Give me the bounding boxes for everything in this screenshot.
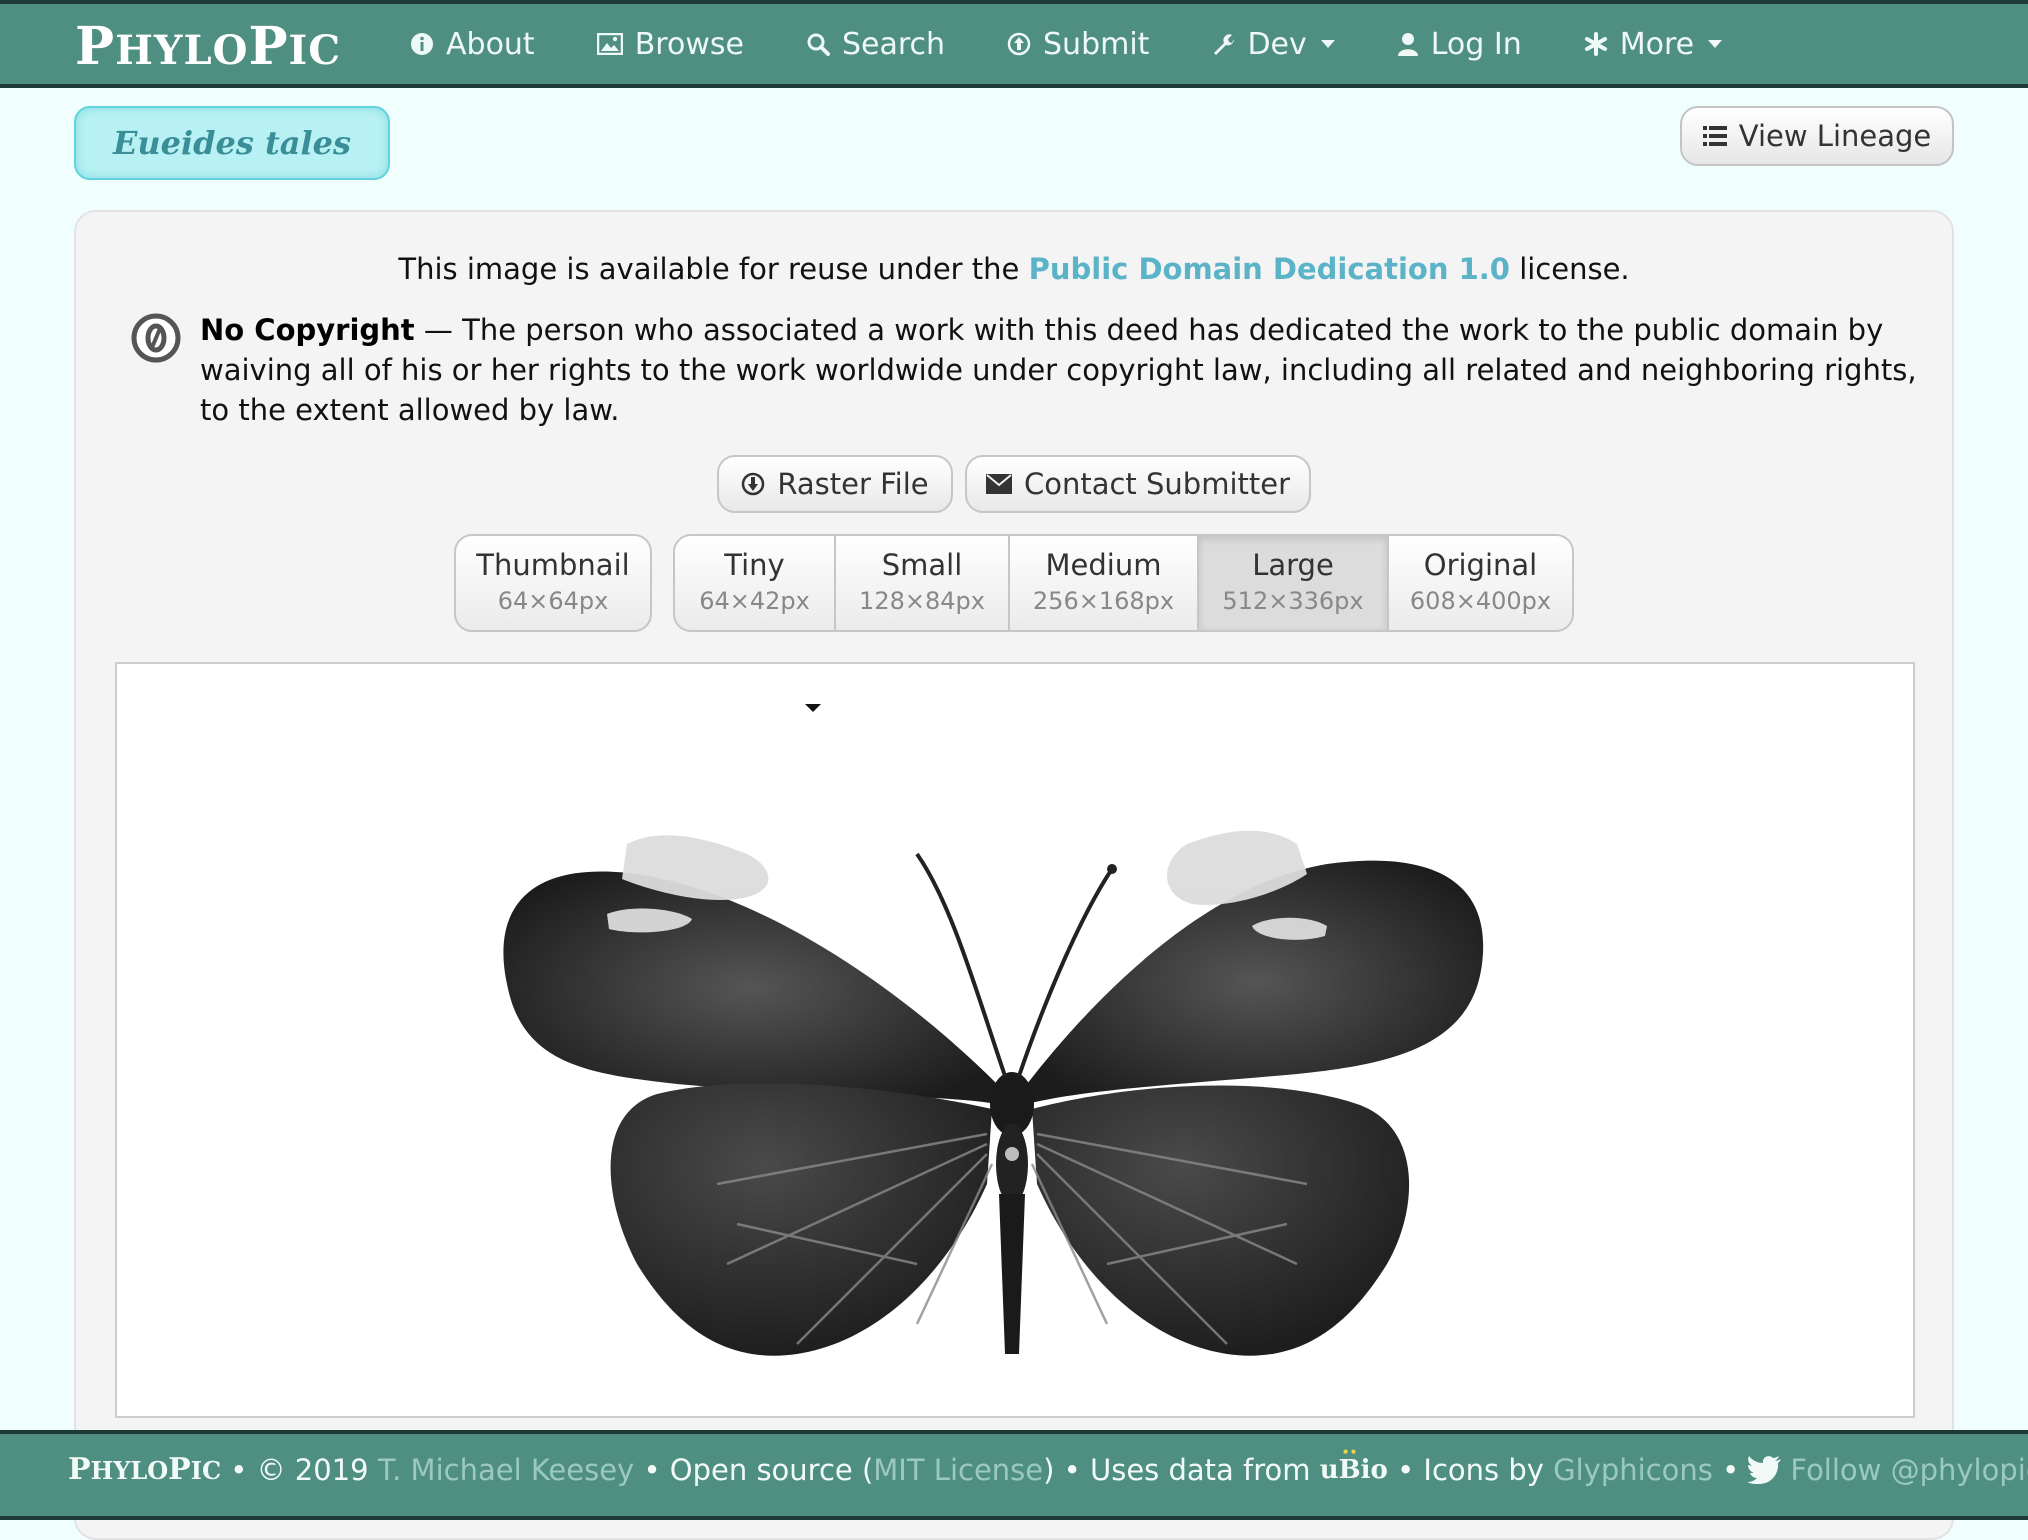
silhouette-image-frame: [115, 662, 1915, 1418]
size-option-tiny[interactable]: Tiny 64×42px: [675, 536, 836, 630]
twitter-follow-link[interactable]: Follow @phylopic: [1748, 1453, 2028, 1487]
size-dims: 128×84px: [859, 587, 985, 615]
brand-letter: P: [248, 16, 289, 77]
license-statement: This image is available for reuse under …: [0, 252, 2028, 286]
asterisk-icon: [1584, 32, 1607, 56]
copyright-body: — The person who associated a work with …: [200, 313, 1917, 427]
bullet-separator: •: [1063, 1452, 1081, 1487]
size-dims: 608×400px: [1409, 587, 1552, 615]
footer-brand-letters: HYLO: [90, 1456, 169, 1485]
size-option-thumbnail[interactable]: Thumbnail 64×64px: [456, 536, 650, 630]
follow-label: Follow @phylopic: [1790, 1452, 2028, 1487]
nav-label: Search: [841, 26, 946, 62]
nav-label: Dev: [1247, 26, 1307, 62]
brand-letters: HYLO: [115, 27, 249, 74]
size-name: Original: [1423, 548, 1538, 582]
butterfly-silhouette-image: [503, 704, 1484, 1356]
size-name: Tiny: [724, 548, 785, 582]
size-dims: 256×168px: [1032, 587, 1175, 615]
nav-label: About: [446, 26, 535, 62]
copyright-notice: No Copyright — The person who associated…: [200, 310, 1920, 430]
footer-brand-letters: IC: [190, 1456, 222, 1485]
navbar: PHYLOPIC About Browse Search Submit Dev …: [0, 0, 2028, 88]
chevron-down-icon: [1708, 40, 1723, 48]
ubio-logo[interactable]: • • uBio: [1319, 1445, 1388, 1485]
size-option-medium[interactable]: Medium 256×168px: [1010, 536, 1199, 630]
cc-zero-icon: [131, 313, 181, 363]
nav-item-submit[interactable]: Submit: [1007, 27, 1149, 62]
nav-item-about[interactable]: About: [410, 27, 535, 62]
open-source-text: Open source (: [669, 1452, 874, 1487]
user-icon: [1397, 33, 1418, 56]
chevron-down-icon: [1320, 40, 1335, 48]
footer-brand-letter: P: [68, 1452, 91, 1487]
nav-label: More: [1619, 26, 1695, 62]
copyright-year: © 2019: [256, 1452, 369, 1487]
size-option-original[interactable]: Original 608×400px: [1389, 536, 1572, 630]
raster-file-label: Raster File: [777, 467, 929, 501]
paren-text: ): [1043, 1452, 1055, 1487]
thumbnail-size-group: Thumbnail 64×64px: [454, 534, 652, 632]
size-option-large[interactable]: Large 512×336px: [1199, 536, 1389, 630]
size-option-small[interactable]: Small 128×84px: [836, 536, 1010, 630]
nav-label: Log In: [1430, 26, 1522, 62]
bullet-separator: •: [643, 1452, 661, 1487]
search-icon: [807, 33, 830, 56]
size-dims: 64×64px: [497, 587, 609, 615]
bullet-separator: •: [1722, 1452, 1740, 1487]
uses-data-text: Uses data from: [1090, 1452, 1311, 1487]
size-name: Large: [1252, 548, 1334, 582]
brand-logo[interactable]: PHYLOPIC: [75, 12, 341, 82]
size-name: Medium: [1045, 548, 1162, 582]
nav-label: Browse: [634, 26, 744, 62]
upload-icon: [1007, 32, 1031, 56]
envelope-icon: [985, 474, 1012, 494]
bullet-separator: •: [230, 1452, 248, 1487]
footer-brand[interactable]: PHYLOPIC: [68, 1452, 221, 1487]
glyphicons-link[interactable]: Glyphicons: [1553, 1453, 1713, 1487]
brand-letter: P: [75, 16, 116, 77]
view-lineage-label: View Lineage: [1738, 119, 1932, 153]
nav-item-search[interactable]: Search: [806, 27, 945, 62]
icons-by-text: Icons by: [1423, 1452, 1544, 1487]
info-icon: [411, 33, 433, 55]
ubio-dots-icon: • •: [1341, 1444, 1357, 1459]
ubio-label: uBio: [1319, 1454, 1388, 1485]
footer: PHYLOPIC • © 2019 T. Michael Keesey • Op…: [0, 1430, 2028, 1520]
download-icon: [742, 472, 765, 496]
list-icon: [1702, 126, 1727, 146]
wrench-icon: [1214, 34, 1235, 55]
nav-label: Submit: [1043, 26, 1150, 62]
nav-menu: About Browse Search Submit Dev Log In Mo…: [410, 4, 1784, 84]
size-dims: 512×336px: [1222, 587, 1364, 615]
nav-item-browse[interactable]: Browse: [596, 26, 744, 62]
footer-brand-letter: P: [168, 1452, 191, 1487]
contact-submitter-label: Contact Submitter: [1023, 467, 1291, 501]
bullet-separator: •: [1397, 1452, 1415, 1487]
raster-file-button[interactable]: Raster File: [717, 455, 953, 513]
nav-item-more[interactable]: More: [1584, 26, 1723, 62]
footer-credits: PHYLOPIC • © 2019 T. Michael Keesey • Op…: [68, 1445, 2028, 1488]
copyright-heading: No Copyright: [200, 313, 415, 347]
license-link[interactable]: Public Domain Dedication 1.0: [1029, 252, 1510, 286]
view-lineage-button[interactable]: View Lineage: [1680, 106, 1954, 166]
nav-item-login[interactable]: Log In: [1397, 27, 1522, 62]
license-prefix: This image is available for reuse under …: [398, 252, 1020, 286]
contact-submitter-button[interactable]: Contact Submitter: [965, 455, 1311, 513]
size-name: Small: [881, 548, 963, 582]
taxon-name-badge[interactable]: Eueides tales: [74, 106, 390, 180]
mit-license-link[interactable]: MIT License: [873, 1453, 1043, 1487]
size-dims: 64×42px: [699, 587, 810, 615]
picture-icon: [596, 33, 623, 55]
license-suffix: license.: [1519, 252, 1630, 286]
image-size-group: Tiny 64×42px Small 128×84px Medium 256×1…: [673, 534, 1574, 632]
size-name: Thumbnail: [476, 548, 630, 582]
twitter-icon: [1748, 1455, 1782, 1484]
brand-letters: IC: [288, 27, 342, 74]
nav-item-dev[interactable]: Dev: [1211, 26, 1335, 62]
author-link[interactable]: T. Michael Keesey: [378, 1453, 634, 1487]
